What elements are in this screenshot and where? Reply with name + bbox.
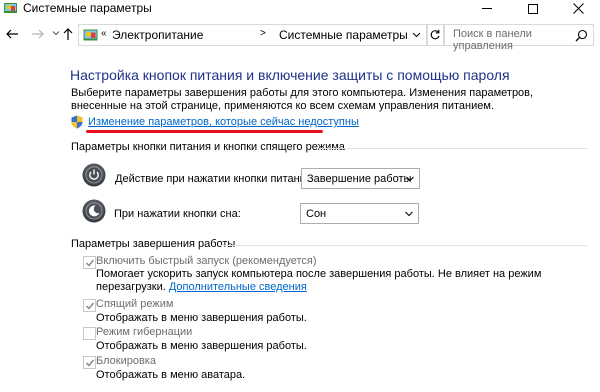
- back-button[interactable]: [5, 26, 19, 42]
- breadcrumb-separator[interactable]: >: [260, 28, 266, 39]
- forward-button[interactable]: [31, 26, 45, 42]
- lock-checkbox[interactable]: [83, 356, 96, 369]
- sleep-button-action-value: Сон: [306, 208, 327, 220]
- hibernate-checkbox[interactable]: [83, 327, 96, 340]
- power-button-label: Действие при нажатии кнопки питания:: [115, 173, 315, 185]
- control-panel-icon: [83, 29, 98, 41]
- search-box[interactable]: Поиск в панели управления: [444, 24, 594, 52]
- breadcrumb-item-system-settings[interactable]: Системные параметры: [279, 28, 408, 42]
- hibernate-label: Режим гибернации: [96, 326, 193, 338]
- chevron-down-icon: [412, 32, 421, 38]
- minimize-icon: [482, 8, 492, 9]
- refresh-icon: [430, 29, 440, 40]
- more-info-link[interactable]: Дополнительные сведения: [169, 281, 307, 293]
- address-dropdown[interactable]: [412, 30, 421, 41]
- breadcrumb-item-power[interactable]: Электропитание: [112, 28, 203, 42]
- search-input[interactable]: Поиск в панели управления: [453, 28, 593, 52]
- page-title: Настройка кнопок питания и включение защ…: [70, 67, 510, 83]
- power-button-action-select[interactable]: Завершение работы: [301, 168, 420, 189]
- shutdown-settings-section-title: Параметры завершения работы: [71, 238, 236, 250]
- section-divider: [319, 148, 587, 149]
- window-title: Системные параметры: [23, 1, 152, 15]
- title-bar: Системные параметры: [0, 0, 600, 17]
- highlight-underline: [86, 130, 323, 133]
- checkmark-icon: [85, 302, 95, 310]
- maximize-button[interactable]: [510, 0, 556, 17]
- change-unavailable-settings-link[interactable]: Изменение параметров, которые сейчас нед…: [88, 116, 359, 128]
- power-button-action-value: Завершение работы: [307, 173, 412, 185]
- back-arrow-icon: [6, 29, 18, 39]
- chevron-down-icon: [52, 31, 60, 36]
- refresh-button[interactable]: [426, 24, 444, 46]
- sleep-mode-description: Отображать в меню завершения работы.: [96, 312, 307, 324]
- breadcrumb-overflow[interactable]: «: [101, 28, 107, 39]
- minimize-button[interactable]: [464, 0, 510, 17]
- power-icon: [82, 163, 106, 187]
- sleep-mode-label: Спящий режим: [96, 298, 174, 310]
- intro-text: Выберите параметры завершения работы для…: [71, 87, 534, 112]
- checkmark-icon: [85, 259, 95, 267]
- chevron-down-icon: [405, 211, 413, 217]
- up-button[interactable]: [61, 26, 75, 42]
- fast-startup-description: Помогает ускорить запуск компьютера посл…: [96, 268, 556, 294]
- hibernate-description: Отображать в меню завершения работы.: [96, 340, 307, 352]
- sleep-button-action-select[interactable]: Сон: [300, 203, 419, 224]
- address-bar[interactable]: « Электропитание > Системные параметры: [78, 24, 428, 46]
- section-divider: [221, 245, 587, 246]
- sleep-icon: [82, 199, 106, 223]
- power-buttons-section-title: Параметры кнопки питания и кнопки спящег…: [71, 141, 345, 153]
- fast-startup-checkbox[interactable]: [83, 256, 96, 269]
- fast-startup-description-text: Помогает ускорить запуск компьютера посл…: [96, 268, 542, 293]
- chevron-down-icon: [406, 176, 414, 182]
- control-panel-icon: [4, 3, 17, 13]
- lock-description: Отображать в меню аватара.: [96, 369, 246, 381]
- close-icon: [572, 3, 584, 14]
- forward-arrow-icon: [32, 29, 44, 39]
- sleep-mode-checkbox[interactable]: [83, 299, 96, 312]
- close-button[interactable]: [555, 0, 600, 17]
- fast-startup-label: Включить быстрый запуск (рекомендуется): [96, 255, 317, 267]
- up-arrow-icon: [63, 28, 73, 40]
- sleep-button-label: При нажатии кнопки сна:: [114, 208, 241, 220]
- shield-icon: [71, 115, 83, 129]
- search-icon[interactable]: [575, 29, 588, 42]
- navigation-bar: « Электропитание > Системные параметры П…: [0, 24, 600, 52]
- checkmark-icon: [85, 359, 95, 367]
- lock-label: Блокировка: [96, 355, 156, 367]
- maximize-icon: [528, 3, 538, 14]
